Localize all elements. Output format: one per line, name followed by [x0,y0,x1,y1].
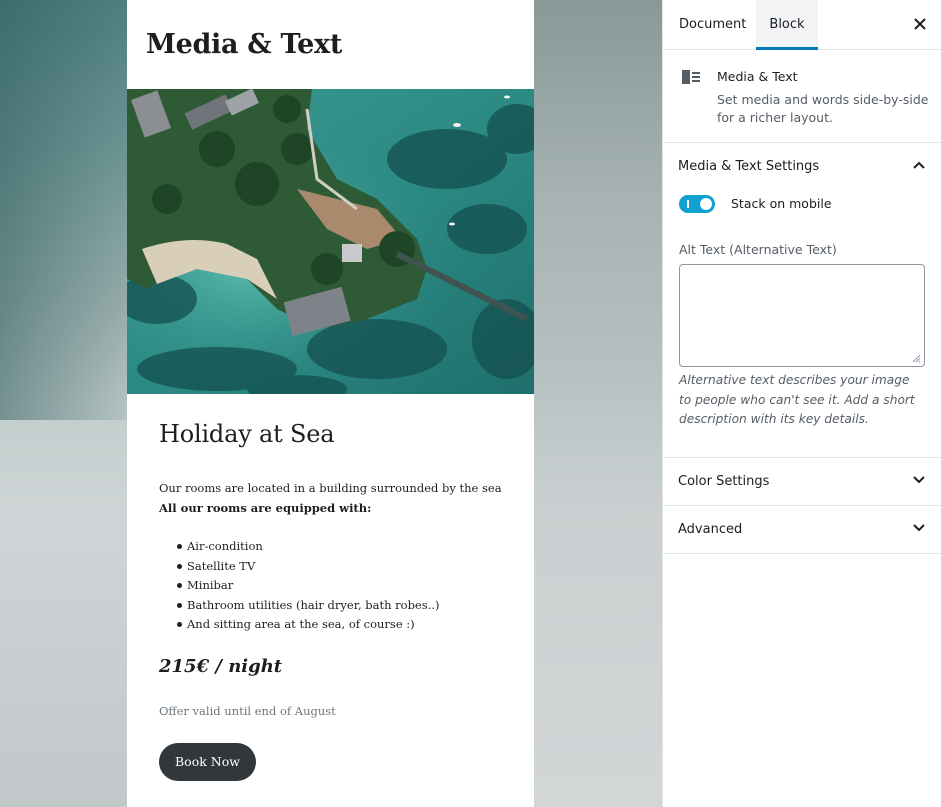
alt-text-help: Alternative text describes your image to… [679,373,915,426]
resize-handle-icon[interactable] [912,354,921,363]
media-image[interactable] [127,89,534,394]
list-item: And sitting area at the sea, of course :… [176,615,439,635]
intro-bold-text: All our rooms are equipped with: [159,501,372,515]
media-text-settings-toggle[interactable]: Media & Text Settings [663,143,941,191]
color-settings-toggle[interactable]: Color Settings [663,458,941,506]
intro-paragraph[interactable]: Our rooms are located in a building surr… [159,478,502,518]
alt-text-field[interactable] [679,264,925,367]
list-item: Minibar [176,576,439,596]
stack-on-mobile-toggle[interactable] [679,195,715,213]
toggle-on-mark [687,200,689,208]
editor-canvas: Media & Text Holiday at Sea Our rooms ar… [127,0,534,807]
advanced-toggle[interactable]: Advanced [663,506,941,554]
settings-sidebar: Document Block Media & Text Set media an… [662,0,941,807]
chevron-down-icon [913,524,925,532]
panel-title: Media & Text Settings [678,159,820,174]
chevron-down-icon [913,476,925,484]
post-title[interactable]: Media & Text [146,29,342,60]
tab-document[interactable]: Document [663,0,762,50]
intro-text: Our rooms are located in a building surr… [159,481,502,495]
block-heading[interactable]: Holiday at Sea [159,420,519,448]
chevron-up-icon [913,161,925,169]
alt-text-label: Alt Text (Alternative Text) [679,242,837,257]
aerial-island-image [127,89,534,394]
book-now-button[interactable]: Book Now [159,743,256,781]
toggle-knob [700,198,712,210]
tab-block[interactable]: Block [756,0,818,50]
list-item: Air-condition [176,537,439,557]
panel-title: Advanced [678,522,743,537]
close-icon[interactable] [913,17,927,31]
price-text[interactable]: 215€ / night [159,656,282,677]
offer-text[interactable]: Offer valid until end of August [159,704,336,718]
features-list[interactable]: Air-condition Satellite TV Minibar Bathr… [176,537,439,635]
block-name: Media & Text [717,69,798,84]
divider [663,553,941,554]
sidebar-tabs: Document Block [663,0,941,50]
list-item: Satellite TV [176,557,439,577]
list-item: Bathroom utilities (hair dryer, bath rob… [176,596,439,616]
media-text-content: Holiday at Sea Our rooms are located in … [159,420,519,781]
panel-title: Color Settings [678,474,770,489]
stack-on-mobile-label[interactable]: Stack on mobile [731,196,832,211]
media-text-icon [682,70,700,84]
block-description: Set media and words side-by-side for a r… [717,92,929,125]
block-card: Media & Text Set media and words side-by… [663,50,941,143]
